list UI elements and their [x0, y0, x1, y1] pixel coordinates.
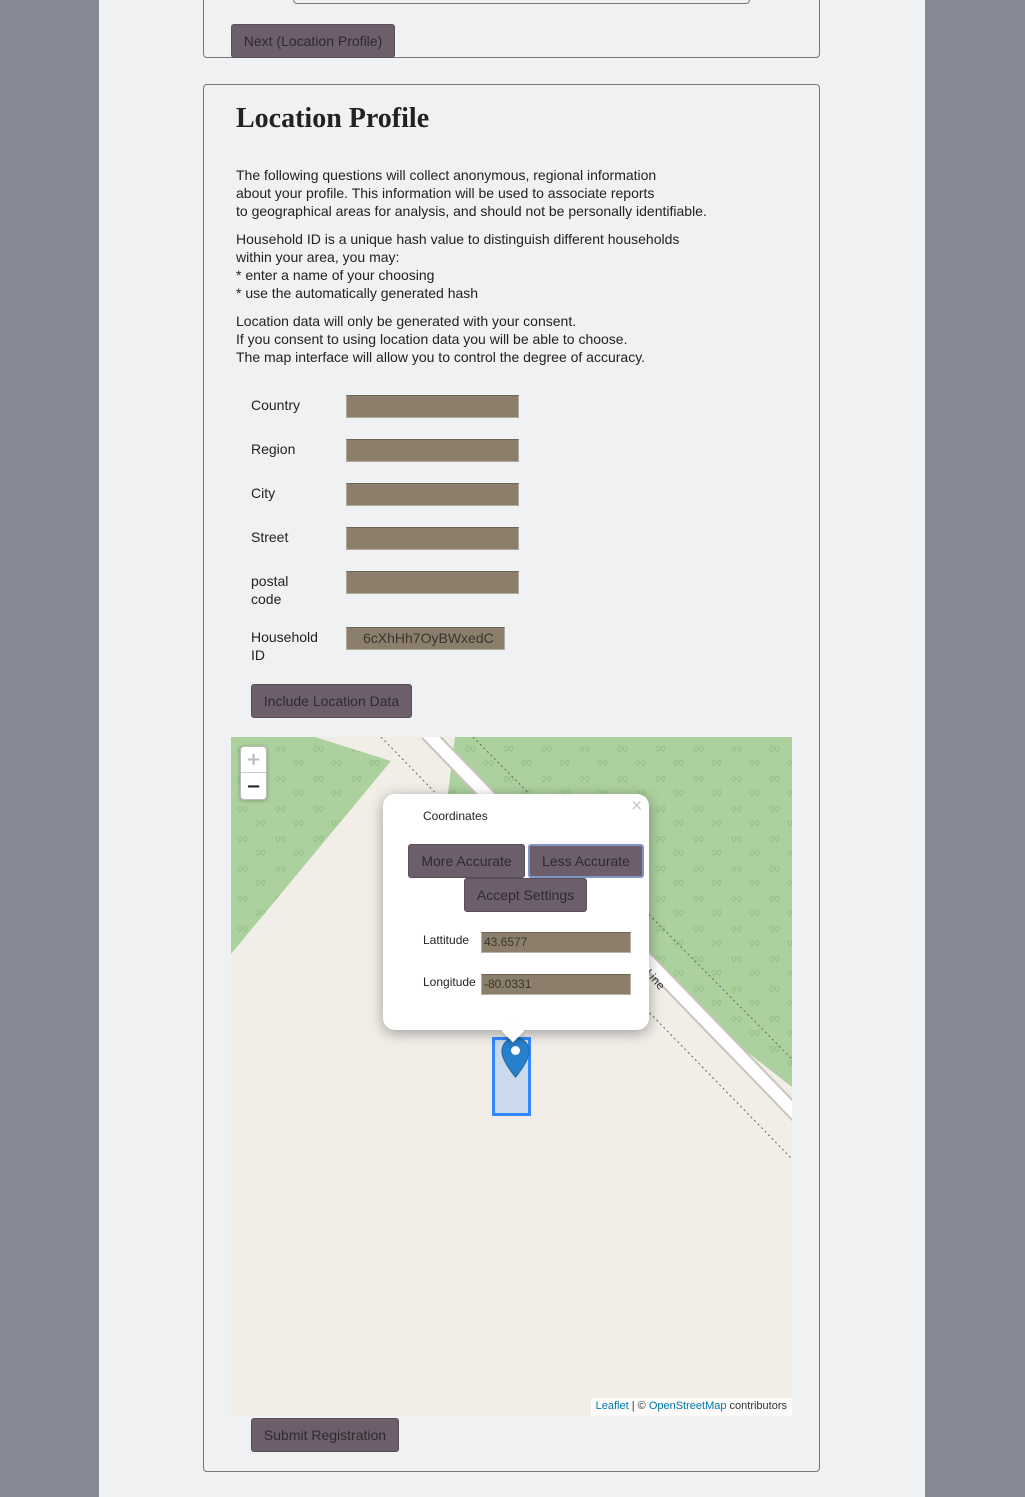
city-label: City [251, 485, 276, 501]
household-id-input[interactable]: 6cXhHh7OyBWxedC [346, 627, 505, 650]
postal-code-label-line: postal [251, 573, 289, 589]
accept-settings-button[interactable]: Accept Settings [464, 878, 587, 912]
submit-registration-button[interactable]: Submit Registration [251, 1418, 399, 1452]
latitude-label: Lattitude [423, 933, 470, 947]
less-accurate-button[interactable]: Less Accurate [528, 844, 644, 878]
household-id-label-line: ID [251, 647, 265, 663]
paragraph-line: The map interface will allow you to cont… [236, 349, 646, 365]
household-paragraph: Household ID is a unique hash value to d… [236, 230, 796, 302]
city-input[interactable] [346, 483, 519, 506]
postal-code-input[interactable] [346, 571, 519, 594]
household-id-label-line: Household [251, 629, 318, 645]
postal-code-label-line: code [251, 591, 282, 607]
paragraph-line: Location data will only be generated wit… [236, 313, 577, 329]
country-label: Country [251, 397, 301, 413]
region-label: Region [251, 441, 296, 457]
paragraph-line: Household ID is a unique hash value to d… [236, 231, 680, 247]
zoom-in-button[interactable]: + [241, 747, 266, 773]
location-marker-icon[interactable] [501, 1037, 530, 1079]
country-input[interactable] [346, 395, 519, 418]
zoom-out-button[interactable]: − [241, 773, 266, 799]
paragraph-line: * enter a name of your choosing [236, 267, 435, 283]
region-input[interactable] [346, 439, 519, 462]
postal-code-label: postal code [251, 572, 331, 608]
paragraph-line: to geographical areas for analysis, and … [236, 203, 707, 219]
longitude-input[interactable]: -80.0331 [481, 974, 631, 995]
paragraph-line: within your area, you may: [236, 249, 400, 265]
household-id-label: Household ID [251, 628, 331, 664]
latitude-input[interactable]: 43.6577 [481, 932, 631, 953]
leaflet-link[interactable]: Leaflet [596, 1400, 629, 1412]
paragraph-line: If you consent to using location data yo… [236, 331, 628, 347]
paragraph-line: about your profile. This information wil… [236, 185, 655, 201]
longitude-label: Longitude [423, 975, 476, 989]
paragraph-line: The following questions will collect ano… [236, 167, 657, 183]
street-label: Street [251, 529, 289, 545]
popup-title: Coordinates [423, 809, 488, 823]
page-title: Location Profile [236, 103, 430, 134]
attribution-contributors: contributors [726, 1400, 787, 1412]
street-input[interactable] [346, 527, 519, 550]
coordinates-popup: × Coordinates More Accurate Less Accurat… [383, 794, 649, 1043]
attribution-separator: | © [628, 1400, 649, 1412]
intro-paragraph: The following questions will collect ano… [236, 166, 796, 220]
previous-input-field[interactable] [293, 0, 750, 4]
account-panel: Next (Location Profile) [203, 0, 820, 58]
consent-paragraph: Location data will only be generated wit… [236, 312, 796, 366]
map-attribution: Leaflet | © OpenStreetMap contributors [590, 1398, 792, 1416]
openstreetmap-link[interactable]: OpenStreetMap [649, 1400, 727, 1412]
zoom-control: + − [240, 746, 267, 800]
more-accurate-button[interactable]: More Accurate [408, 844, 525, 878]
next-location-profile-button[interactable]: Next (Location Profile) [231, 24, 395, 58]
include-location-data-button[interactable]: Include Location Data [251, 684, 412, 718]
location-map[interactable]: ϙϙ ϙϙ h Line + − × Coordinates More Accu… [231, 737, 792, 1416]
close-icon[interactable]: × [630, 796, 643, 814]
paragraph-line: * use the automatically generated hash [236, 285, 479, 301]
